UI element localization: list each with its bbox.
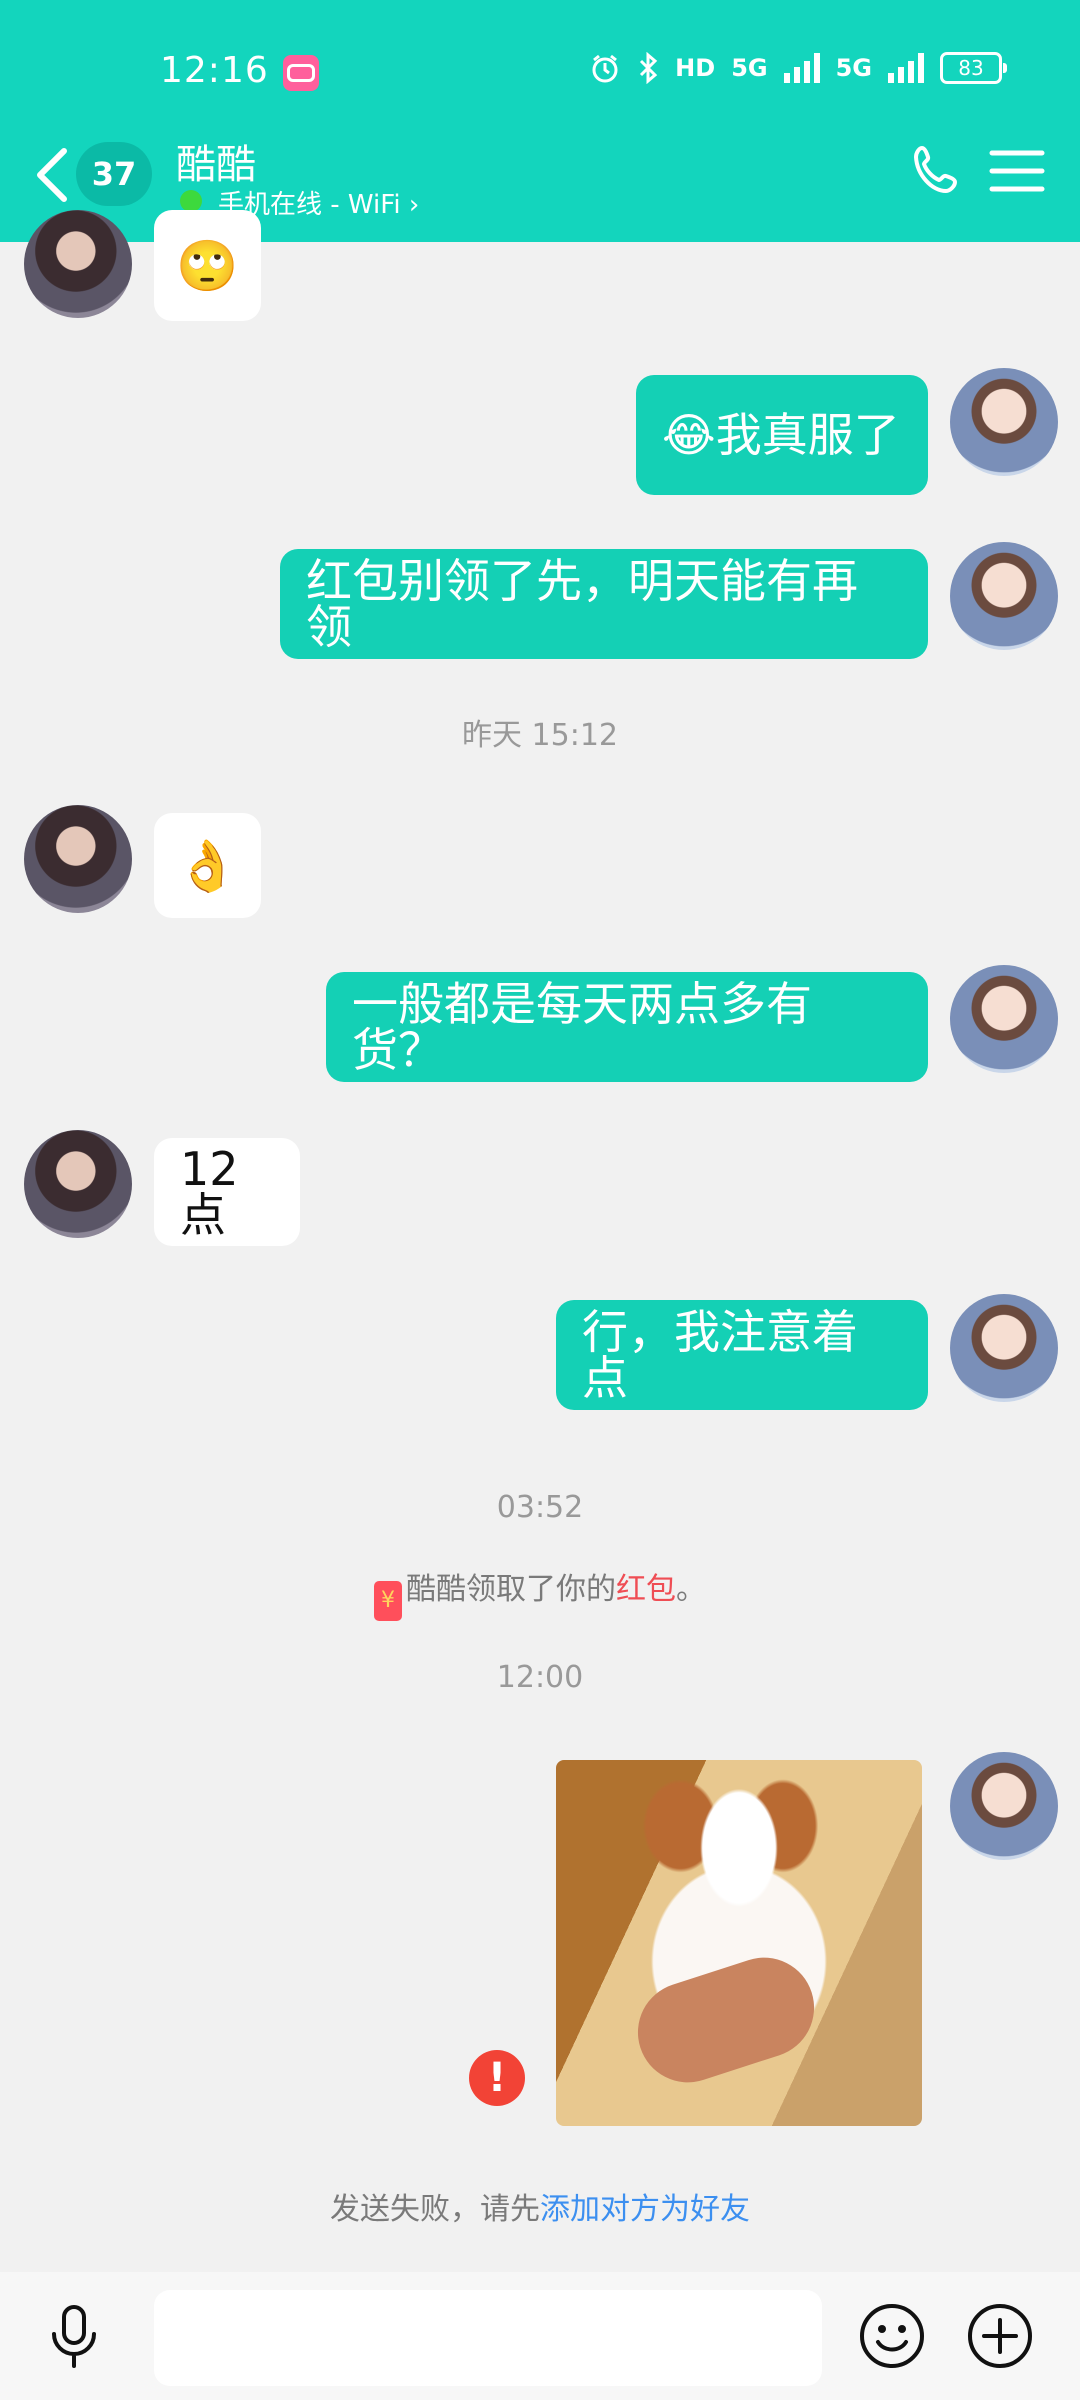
send-failed-icon[interactable]: !	[469, 2050, 525, 2106]
add-plus-icon[interactable]	[966, 2302, 1034, 2370]
app-notification-icon	[283, 55, 319, 91]
redpacket-notice: ¥ 酷酷领取了你的红包。	[0, 1564, 1080, 1621]
redpacket-notice-text: 酷酷领取了你的	[406, 1572, 616, 1607]
contact-avatar[interactable]	[24, 805, 132, 913]
timestamp: 昨天 15:12	[462, 718, 618, 753]
input-bar	[0, 2272, 1080, 2400]
my-avatar[interactable]	[950, 542, 1058, 650]
message-bubble-sent[interactable]: 红包别领了先，明天能有再领	[280, 549, 928, 659]
add-friend-link[interactable]: 添加对方为好友	[540, 2192, 750, 2227]
contact-name[interactable]: 酷酷	[176, 132, 256, 190]
contact-avatar[interactable]	[24, 210, 132, 318]
hd-label: HD	[675, 54, 716, 82]
sent-image-shiba-dog[interactable]	[556, 1760, 922, 2126]
message-bubble-received[interactable]: 🙄	[154, 210, 261, 321]
phone-call-icon[interactable]	[908, 140, 968, 200]
bluetooth-icon	[640, 52, 658, 84]
message-bubble-received[interactable]: 12点	[154, 1138, 300, 1246]
send-failed-notice: 发送失败，请先添加对方为好友	[0, 2184, 1080, 2228]
my-avatar[interactable]	[950, 1752, 1058, 1860]
message-bubble-sent[interactable]: 行，我注意着点	[556, 1300, 928, 1410]
emoji-icon[interactable]	[858, 2302, 926, 2370]
status-icons: HD 5G 5G 83	[589, 52, 1007, 84]
message-bubble-sent[interactable]: 一般都是每天两点多有货？	[326, 972, 928, 1082]
my-avatar[interactable]	[950, 965, 1058, 1073]
back-arrow-icon[interactable]	[30, 145, 74, 205]
microphone-icon[interactable]	[44, 2302, 104, 2372]
menu-icon[interactable]	[988, 148, 1046, 194]
contact-avatar[interactable]	[24, 1130, 132, 1238]
my-avatar[interactable]	[950, 368, 1058, 476]
send-failed-text: 发送失败，请先	[330, 2192, 540, 2227]
message-input[interactable]	[154, 2290, 822, 2386]
network-5g-2: 5G	[835, 54, 872, 82]
online-status-dot	[180, 190, 202, 212]
timestamp: 03:52	[496, 1490, 584, 1525]
my-avatar[interactable]	[950, 1294, 1058, 1402]
chat-header: 12:16 HD 5G 5G 83 37 酷酷 手机在线 - WiFi ›	[0, 0, 1080, 242]
timestamp: 12:00	[496, 1660, 584, 1695]
unread-count-badge[interactable]: 37	[76, 142, 152, 206]
redpacket-icon: ¥	[374, 1581, 402, 1621]
signal-icon-2	[888, 53, 924, 83]
message-bubble-received[interactable]: 👌	[154, 813, 261, 918]
status-time: 12:16	[160, 50, 269, 91]
battery-icon: 83	[940, 52, 1007, 84]
redpacket-notice-suffix: 。	[676, 1572, 706, 1607]
signal-icon-1	[783, 53, 820, 83]
alarm-icon	[592, 54, 618, 83]
message-bubble-sent[interactable]: 😂我真服了	[636, 375, 928, 495]
redpacket-link[interactable]: 红包	[616, 1572, 676, 1607]
network-5g-1: 5G	[731, 54, 768, 82]
